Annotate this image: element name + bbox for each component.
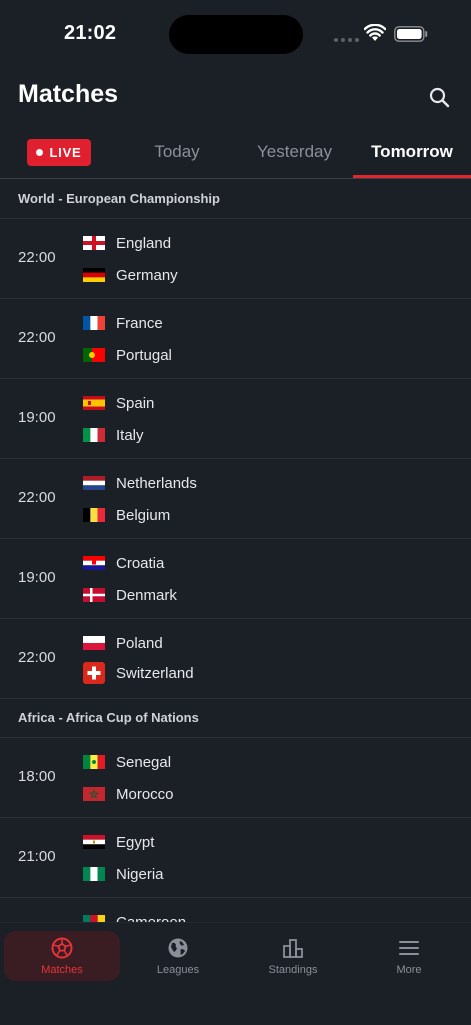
- live-badge: LIVE: [27, 138, 91, 166]
- spain-flag-icon: [83, 396, 105, 410]
- match-row[interactable]: 18:00 Senegal Morocco: [0, 738, 471, 818]
- team-name: Croatia: [116, 554, 165, 572]
- team-name: Belgium: [116, 506, 171, 524]
- match-time: 18:00: [18, 768, 56, 785]
- away-team: Germany: [83, 264, 178, 286]
- denmark-flag-icon: [83, 588, 105, 602]
- tab-tomorrow[interactable]: Tomorrow: [353, 128, 471, 178]
- battery-icon: [394, 26, 428, 42]
- match-time: 22:00: [18, 249, 56, 266]
- home-team: Egypt: [83, 831, 154, 853]
- podium-icon: [283, 938, 303, 958]
- france-flag-icon: [83, 316, 105, 330]
- nigeria-flag-icon: [83, 867, 105, 881]
- team-name: Spain: [116, 394, 155, 412]
- live-label: LIVE: [49, 144, 82, 160]
- away-team: Belgium: [83, 504, 170, 526]
- live-dot-icon: [36, 148, 44, 156]
- match-row[interactable]: 22:00 Poland Switzerland: [0, 619, 471, 699]
- league-header[interactable]: Africa - Africa Cup of Nations: [0, 698, 471, 738]
- status-bar: 21:02: [0, 0, 471, 70]
- portugal-flag-icon: [83, 348, 105, 362]
- away-team: Nigeria: [83, 863, 164, 885]
- home-team: Croatia: [83, 552, 164, 574]
- poland-flag-icon: [83, 636, 105, 650]
- away-team: Italy: [83, 424, 144, 446]
- page-title: Matches: [18, 80, 119, 108]
- match-time: 21:00: [18, 848, 56, 865]
- status-time: 21:02: [64, 22, 117, 44]
- league-header[interactable]: World - European Championship: [0, 179, 471, 219]
- match-row[interactable]: 22:00 Netherlands Belgium: [0, 459, 471, 539]
- team-name: Germany: [116, 266, 178, 284]
- belgium-flag-icon: [83, 508, 105, 522]
- bottom-nav: Matches Leagues Standings More: [0, 922, 471, 1025]
- nav-more[interactable]: More: [351, 931, 467, 981]
- home-team: Senegal: [83, 751, 171, 773]
- nav-label: Matches: [41, 963, 83, 976]
- match-row[interactable]: 22:00 France Portugal: [0, 299, 471, 379]
- match-row[interactable]: 21:00 Egypt Nigeria: [0, 818, 471, 898]
- match-time: 22:00: [18, 649, 56, 666]
- team-name: Nigeria: [116, 865, 164, 883]
- match-time: 19:00: [18, 409, 56, 426]
- nav-label: More: [396, 963, 422, 976]
- away-team: Denmark: [83, 584, 177, 606]
- morocco-flag-icon: [83, 787, 105, 801]
- match-time: 22:00: [18, 489, 56, 506]
- team-name: Italy: [116, 426, 144, 444]
- home-team: Spain: [83, 392, 154, 414]
- menu-icon: [399, 940, 419, 955]
- senegal-flag-icon: [83, 755, 105, 769]
- wifi-icon: [364, 24, 386, 41]
- croatia-flag-icon: [83, 556, 105, 570]
- nav-label: Standings: [268, 963, 318, 976]
- search-icon[interactable]: [426, 84, 454, 112]
- team-name: England: [116, 234, 172, 252]
- england-flag-icon: [83, 236, 105, 250]
- italy-flag-icon: [83, 428, 105, 442]
- egypt-flag-icon: [83, 835, 105, 849]
- match-time: 19:00: [18, 569, 56, 586]
- team-name: France: [116, 314, 163, 332]
- germany-flag-icon: [83, 268, 105, 282]
- tab-today[interactable]: Today: [118, 128, 236, 176]
- nav-leagues[interactable]: Leagues: [120, 931, 236, 981]
- away-team: Switzerland: [83, 662, 194, 684]
- home-team: Poland: [83, 632, 163, 654]
- nav-label: Leagues: [156, 963, 200, 976]
- team-name: Denmark: [116, 586, 177, 604]
- app-header: Matches: [0, 74, 471, 122]
- tab-live[interactable]: LIVE: [0, 128, 118, 176]
- team-name: Netherlands: [116, 474, 197, 492]
- date-tabs: LIVE Today Yesterday Tomorrow: [0, 128, 471, 179]
- match-row[interactable]: 22:00 England Germany: [0, 219, 471, 299]
- match-row[interactable]: 19:00 Croatia Denmark: [0, 539, 471, 619]
- team-name: Poland: [116, 634, 163, 652]
- nav-standings[interactable]: Standings: [235, 931, 351, 981]
- nav-matches[interactable]: Matches: [4, 931, 120, 981]
- away-team: Portugal: [83, 344, 172, 366]
- team-name: Senegal: [116, 753, 172, 771]
- team-name: Switzerland: [116, 664, 194, 682]
- team-name: Morocco: [116, 785, 174, 803]
- dynamic-island: [169, 15, 303, 54]
- home-team: France: [83, 312, 163, 334]
- away-team: Morocco: [83, 783, 174, 805]
- globe-icon: [168, 938, 188, 957]
- signal-dots-icon: [334, 38, 359, 42]
- match-time: 22:00: [18, 329, 56, 346]
- home-team: Netherlands: [83, 472, 197, 494]
- switzerland-flag-icon: [83, 662, 105, 684]
- team-name: Egypt: [116, 833, 155, 851]
- netherlands-flag-icon: [83, 476, 105, 490]
- team-name: Portugal: [116, 346, 172, 364]
- match-row[interactable]: 19:00 Spain Italy: [0, 379, 471, 459]
- soccer-ball-icon: [51, 937, 73, 958]
- home-team: England: [83, 232, 171, 254]
- tab-yesterday[interactable]: Yesterday: [236, 128, 353, 176]
